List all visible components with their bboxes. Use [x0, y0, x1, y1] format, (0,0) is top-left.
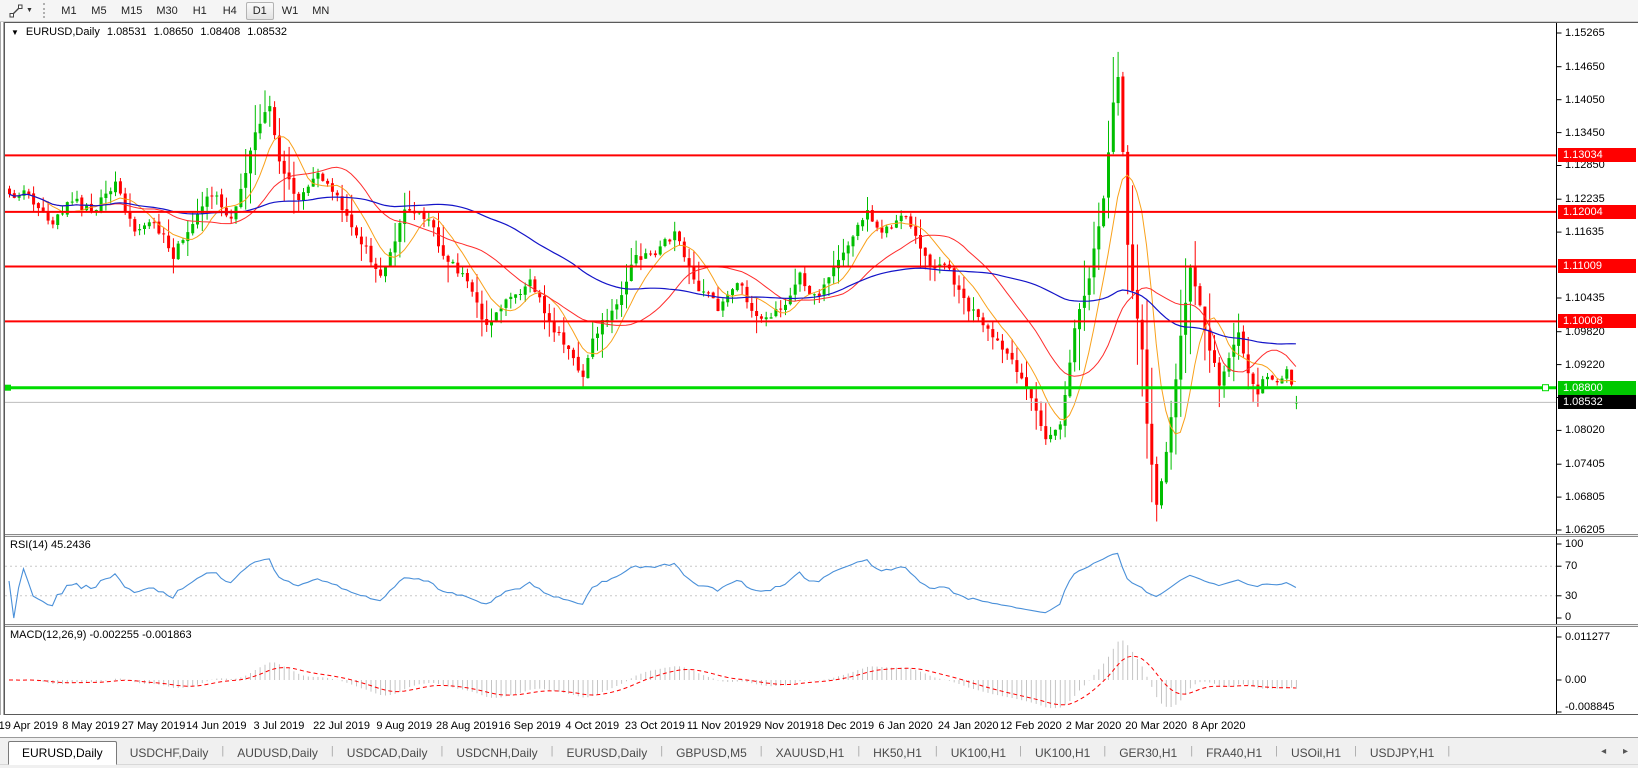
price-tick-label: 1.06205	[1565, 524, 1605, 534]
macd-tick-label: -0.008845	[1565, 701, 1615, 714]
rsi-chart[interactable]	[5, 537, 1637, 624]
date-tick-label: 9 Aug 2019	[376, 720, 432, 732]
date-tick-label: 20 Mar 2020	[1125, 720, 1187, 732]
chart-tab-0[interactable]: EURUSD,Daily	[8, 741, 117, 765]
date-tick-label: 28 Aug 2019	[436, 720, 498, 732]
price-chart-panel[interactable]: ▼ EURUSD,Daily 1.08531 1.08650 1.08408 1…	[5, 23, 1638, 534]
macd-panel[interactable]: MACD(12,26,9) -0.002255 -0.001863 0.0112…	[5, 627, 1638, 714]
toolbar: ▼ M1M5M15M30H1H4D1W1MN	[0, 0, 1638, 22]
resistance-price-badge: 1.11009	[1558, 259, 1636, 273]
timeframe-button-m30[interactable]: M30	[150, 2, 183, 20]
scroll-right-icon[interactable]: ▸	[1623, 746, 1628, 757]
status-strip	[0, 764, 1638, 768]
date-tick-label: 16 Sep 2019	[498, 720, 560, 732]
date-tick-label: 4 Oct 2019	[565, 720, 619, 732]
price-tick-label: 1.07405	[1565, 458, 1605, 471]
date-tick-label: 14 Jun 2019	[186, 720, 247, 732]
macd-tick-label: 0.011277	[1565, 631, 1610, 644]
date-tick-label: 22 Jul 2019	[313, 720, 370, 732]
chart-symbol-label: EURUSD,Daily	[26, 26, 100, 38]
chart-title: ▼ EURUSD,Daily 1.08531 1.08650 1.08408 1…	[11, 26, 287, 38]
chart-tab-5[interactable]: EURUSD,Daily	[554, 743, 661, 764]
price-tick-label: 1.10435	[1565, 292, 1605, 305]
chart-tab-6[interactable]: GBPUSD,M5	[663, 743, 760, 764]
chart-tab-12[interactable]: FRA40,H1	[1193, 743, 1275, 764]
price-tick-label: 1.14650	[1565, 61, 1605, 74]
chart-tab-bar: EURUSD,DailyUSDCHF,Daily|AUDUSD,Daily|US…	[0, 737, 1638, 764]
date-tick-label: 8 May 2019	[62, 720, 119, 732]
date-tick-label: 3 Jul 2019	[254, 720, 305, 732]
timeframe-button-w1[interactable]: W1	[276, 2, 305, 20]
time-axis[interactable]: 19 Apr 2019 8 May 201927 May 201914 Jun 2…	[0, 715, 1638, 737]
timeframe-buttons: M1M5M15M30H1H4D1W1MN	[55, 2, 337, 20]
macd-tick-label: 0.00	[1565, 674, 1586, 687]
price-tick-label: 1.14050	[1565, 94, 1605, 107]
chart-tab-10[interactable]: UK100,H1	[1022, 743, 1103, 764]
timeframe-button-m15[interactable]: M15	[115, 2, 148, 20]
tab-separator: |	[1447, 745, 1450, 757]
quote-open: 1.08531	[107, 26, 147, 38]
chart-tab-9[interactable]: UK100,H1	[938, 743, 1019, 764]
macd-label: MACD(12,26,9) -0.002255 -0.001863	[10, 629, 192, 641]
line-tool-icon	[9, 4, 23, 18]
price-tick-label: 1.08020	[1565, 424, 1605, 437]
date-tick-label: 6 Jan 2020	[878, 720, 932, 732]
chart-tabs: EURUSD,DailyUSDCHF,Daily|AUDUSD,Daily|US…	[8, 741, 1450, 764]
date-tick-label: 29 Nov 2019	[749, 720, 811, 732]
chart-tab-1[interactable]: USDCHF,Daily	[117, 743, 222, 764]
toolbar-gripper[interactable]	[43, 3, 47, 18]
chart-tab-11[interactable]: GER30,H1	[1106, 743, 1190, 764]
resistance-price-badge: 1.10008	[1558, 314, 1636, 328]
date-tick-label: 11 Nov 2019	[687, 720, 749, 732]
resistance-price-badge: 1.12004	[1558, 205, 1636, 219]
date-tick-label: 23 Oct 2019	[625, 720, 685, 732]
rsi-label: RSI(14) 45.2436	[10, 539, 91, 551]
chart-tab-3[interactable]: USDCAD,Daily	[334, 743, 441, 764]
resistance-price-badge: 1.13034	[1558, 148, 1636, 162]
chart-tab-7[interactable]: XAUUSD,H1	[763, 743, 858, 764]
rsi-tick-label: 0	[1565, 611, 1571, 624]
candlestick-chart[interactable]	[5, 23, 1637, 534]
timeframe-button-h4[interactable]: H4	[216, 2, 244, 20]
price-tick-label: 1.15265	[1565, 27, 1605, 40]
quote-high: 1.08650	[154, 26, 194, 38]
rsi-tick-label: 30	[1565, 590, 1577, 603]
line-tool-button[interactable]: ▼	[5, 2, 37, 20]
date-tick-label: 8 Apr 2020	[1192, 720, 1245, 732]
price-tick-label: 1.11635	[1565, 226, 1604, 239]
chart-tab-14[interactable]: USDJPY,H1	[1357, 743, 1447, 764]
chart-tab-4[interactable]: USDCNH,Daily	[443, 743, 550, 764]
price-tick-label: 1.06805	[1565, 491, 1605, 504]
price-tick-label: 1.09220	[1565, 359, 1605, 372]
bid-price-badge: 1.08532	[1558, 395, 1636, 409]
chart-tab-8[interactable]: HK50,H1	[860, 743, 935, 764]
chevron-down-icon: ▼	[26, 7, 33, 14]
timeframe-button-h1[interactable]: H1	[186, 2, 214, 20]
rsi-tick-label: 100	[1565, 538, 1583, 551]
chart-window: ▼ EURUSD,Daily 1.08531 1.08650 1.08408 1…	[4, 22, 1638, 715]
tab-scroll-arrows: ◂ ▸	[1587, 746, 1628, 757]
rsi-panel[interactable]: RSI(14) 45.2436 100 70 30 0	[5, 537, 1638, 624]
chart-tab-13[interactable]: USOil,H1	[1278, 743, 1354, 764]
chart-menu-icon[interactable]: ▼	[11, 28, 19, 37]
timeframe-button-mn[interactable]: MN	[306, 2, 335, 20]
date-tick-label: 19 Apr 2019	[0, 720, 58, 732]
chart-tab-2[interactable]: AUDUSD,Daily	[224, 743, 331, 764]
date-tick-label: 24 Jan 2020	[938, 720, 999, 732]
rsi-tick-label: 70	[1565, 560, 1577, 573]
date-tick-label: 27 May 2019	[122, 720, 186, 732]
date-tick-label: 12 Feb 2020	[1000, 720, 1062, 732]
timeframe-button-m1[interactable]: M1	[55, 2, 83, 20]
timeframe-button-m5[interactable]: M5	[85, 2, 113, 20]
date-tick-label: 2 Mar 2020	[1066, 720, 1122, 732]
quote-low: 1.08408	[200, 26, 240, 38]
support-price-badge: 1.08800	[1558, 381, 1636, 395]
quote-close: 1.08532	[247, 26, 287, 38]
scroll-left-icon[interactable]: ◂	[1601, 746, 1606, 757]
price-tick-label: 1.13450	[1565, 127, 1605, 140]
macd-chart[interactable]	[5, 627, 1637, 714]
timeframe-button-d1[interactable]: D1	[246, 2, 274, 20]
date-tick-label: 18 Dec 2019	[812, 720, 874, 732]
